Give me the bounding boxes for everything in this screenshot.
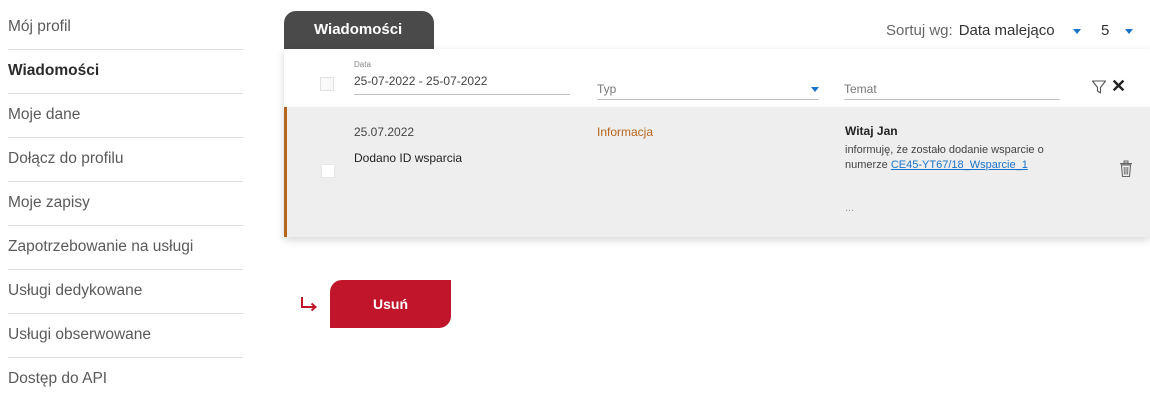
message-body: informuję, że zostało dodanie wsparcie o… xyxy=(845,143,1045,173)
return-arrow-icon xyxy=(301,297,318,312)
sidebar-item-moje-dane[interactable]: Moje dane xyxy=(8,94,243,138)
message-support-link[interactable]: CE45-YT67/18_Wsparcie_1 xyxy=(891,159,1028,171)
trash-icon[interactable] xyxy=(1119,160,1133,178)
sort-label: Sortuj wg: xyxy=(886,22,953,39)
page-size-value[interactable]: 5 xyxy=(1101,22,1109,39)
subject-filter-input[interactable]: Temat xyxy=(844,78,1060,100)
sidebar-item-wiadomosci[interactable]: Wiadomości xyxy=(8,50,243,94)
date-filter-label: Data xyxy=(354,60,371,69)
sort-value[interactable]: Data malejąco xyxy=(959,22,1055,39)
sidebar-item-zapotrzebowanie[interactable]: Zapotrzebowanie na usługi xyxy=(8,226,243,270)
type-filter-select[interactable]: Typ xyxy=(597,78,819,100)
select-all-checkbox[interactable] xyxy=(320,77,334,91)
sidebar: Mój profil Wiadomości Moje dane Dołącz d… xyxy=(8,6,243,402)
message-title: Dodano ID wsparcia xyxy=(354,151,463,165)
delete-button[interactable]: Usuń xyxy=(330,280,451,328)
message-ellipsis: ... xyxy=(845,202,855,214)
table-row[interactable]: 25.07.2022 Dodano ID wsparcia Informacja… xyxy=(284,107,1150,237)
close-icon[interactable]: ✕ xyxy=(1111,77,1126,95)
chevron-down-icon[interactable] xyxy=(1125,28,1134,34)
chevron-down-icon[interactable] xyxy=(1072,28,1081,34)
sidebar-item-uslugi-obserwowane[interactable]: Usługi obserwowane xyxy=(8,314,243,358)
funnel-icon[interactable] xyxy=(1091,79,1107,95)
messages-panel: Data 25-07-2022 - 25-07-2022 Typ Temat ✕… xyxy=(284,49,1150,237)
message-subject: Witaj Jan xyxy=(845,124,898,138)
row-checkbox[interactable] xyxy=(321,164,335,178)
sidebar-item-moje-zapisy[interactable]: Moje zapisy xyxy=(8,182,243,226)
chevron-down-icon xyxy=(811,87,819,92)
message-type: Informacja xyxy=(597,125,654,139)
tab-wiadomosci[interactable]: Wiadomości xyxy=(284,11,434,49)
sidebar-item-moj-profil[interactable]: Mój profil xyxy=(8,6,243,50)
date-filter-input[interactable]: 25-07-2022 - 25-07-2022 xyxy=(354,71,570,95)
filter-row: Data 25-07-2022 - 25-07-2022 Typ Temat ✕ xyxy=(284,49,1150,106)
sidebar-item-dolacz-do-profilu[interactable]: Dołącz do profilu xyxy=(8,138,243,182)
sort-control[interactable]: Sortuj wg: Data malejąco 5 xyxy=(886,22,1134,39)
sidebar-item-dostep-do-api[interactable]: Dostęp do API xyxy=(8,358,243,402)
sidebar-item-uslugi-dedykowane[interactable]: Usługi dedykowane xyxy=(8,270,243,314)
message-date: 25.07.2022 xyxy=(354,125,415,139)
type-filter-placeholder: Typ xyxy=(597,82,617,96)
